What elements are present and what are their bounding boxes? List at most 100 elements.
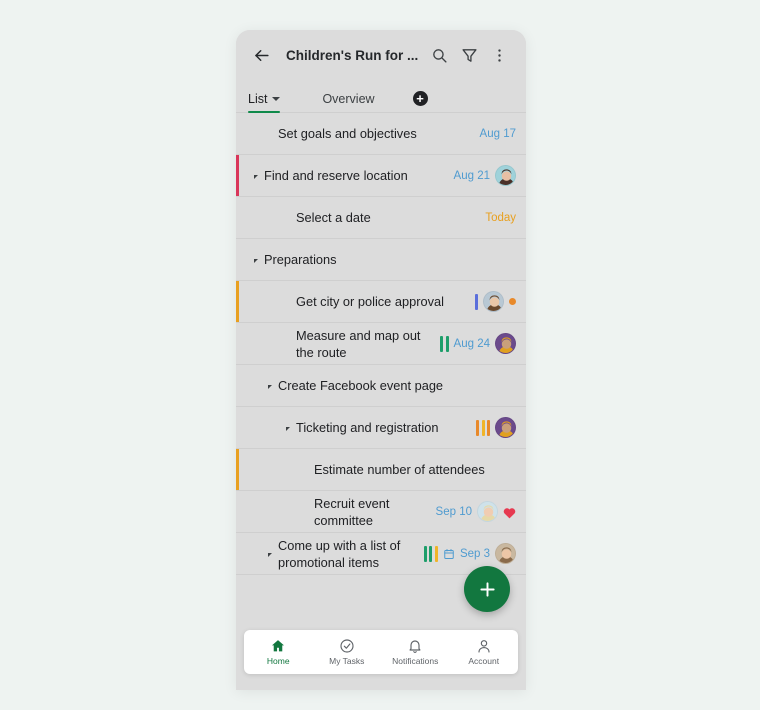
more-vertical-icon[interactable] <box>484 40 514 70</box>
avatar[interactable] <box>477 501 498 522</box>
task-row[interactable]: Preparations <box>236 239 526 281</box>
task-accent-bar <box>236 155 239 196</box>
tag-marker <box>487 419 490 436</box>
calendar-icon <box>443 548 455 560</box>
disclosure-triangle-icon[interactable] <box>268 385 272 389</box>
avatar[interactable] <box>495 165 516 186</box>
page-title: Children's Run for ... <box>286 47 419 63</box>
heart-icon[interactable] <box>503 506 516 518</box>
task-due-date[interactable]: Aug 21 <box>454 170 490 182</box>
task-label: Measure and map out the route <box>296 327 421 360</box>
tab-bar: List Overview + <box>236 80 526 113</box>
chevron-down-icon[interactable] <box>272 97 281 101</box>
task-label: Come up with a list of promotional items <box>278 537 401 570</box>
task-tag-markers[interactable] <box>423 545 438 562</box>
add-tab-button[interactable]: + <box>412 91 428 106</box>
task-row[interactable]: Get city or police approval <box>236 281 526 323</box>
disclosure-triangle-icon[interactable] <box>254 259 258 263</box>
nav-item-notifications[interactable]: Notifications <box>381 638 450 666</box>
task-due-date[interactable]: Sep 10 <box>436 506 472 518</box>
avatar[interactable] <box>483 291 504 312</box>
task-label: Preparations <box>264 252 337 267</box>
nav-item-account-label: Account <box>468 656 500 666</box>
task-label: Get city or police approval <box>296 294 444 309</box>
task-meta <box>475 291 516 312</box>
nav-item-account[interactable]: Account <box>450 638 519 666</box>
app-bar: Children's Run for ... <box>236 30 526 80</box>
nav-item-my-tasks-label: My Tasks <box>329 656 365 666</box>
task-row[interactable]: Select a date Today <box>236 197 526 239</box>
task-label: Find and reserve location <box>264 168 408 183</box>
tag-marker <box>445 335 449 352</box>
tag-marker <box>434 545 438 562</box>
tab-overview-label: Overview <box>322 92 375 106</box>
status-dot <box>509 298 516 305</box>
task-due-date[interactable]: Sep 3 <box>460 548 490 560</box>
task-tag-markers[interactable] <box>476 419 490 436</box>
task-tag-markers[interactable] <box>475 293 478 310</box>
disclosure-triangle-icon[interactable] <box>286 427 290 431</box>
tag-marker <box>481 419 485 436</box>
tab-overview[interactable]: Overview <box>322 92 374 112</box>
tag-marker <box>440 335 444 352</box>
task-label: Set goals and objectives <box>278 126 417 141</box>
task-label: Create Facebook event page <box>278 378 444 393</box>
tag-marker <box>476 419 479 436</box>
task-tag-markers[interactable] <box>440 335 449 352</box>
nav-item-home-label: Home <box>266 656 290 666</box>
task-label: Estimate number of attendees <box>314 462 485 477</box>
task-row[interactable]: Set goals and objectives Aug 17 <box>236 113 526 155</box>
tab-list[interactable]: List <box>248 92 281 113</box>
person-icon <box>478 640 490 653</box>
filter-funnel-icon[interactable] <box>454 40 484 70</box>
task-row[interactable]: Measure and map out the route Aug 24 <box>236 323 526 365</box>
task-row[interactable]: Estimate number of attendees <box>236 449 526 491</box>
search-icon[interactable] <box>424 40 454 70</box>
task-row[interactable]: Create Facebook event page <box>236 365 526 407</box>
task-meta: Sep 3 <box>423 543 516 564</box>
tag-marker <box>423 545 427 562</box>
task-accent-bar <box>236 281 239 322</box>
nav-item-notifications-label: Notifications <box>392 656 439 666</box>
avatar[interactable] <box>495 543 516 564</box>
tag-marker <box>475 293 478 310</box>
nav-item-home[interactable]: Home <box>244 638 313 666</box>
task-accent-bar <box>236 449 239 490</box>
task-meta: Aug 21 <box>454 165 516 186</box>
task-due-date[interactable]: Aug 17 <box>480 128 516 140</box>
task-label: Recruit event committee <box>314 495 390 528</box>
task-label: Select a date <box>296 210 371 225</box>
disclosure-triangle-icon[interactable] <box>254 175 258 179</box>
task-meta: Sep 10 <box>436 501 516 522</box>
task-label: Ticketing and registration <box>296 420 439 435</box>
disclosure-triangle-icon[interactable] <box>268 553 272 557</box>
screen-root: Children's Run for ... List Overview + S… <box>0 0 760 710</box>
task-row[interactable]: Find and reserve location Aug 21 <box>236 155 526 197</box>
avatar[interactable] <box>495 417 516 438</box>
task-due-date[interactable]: Aug 24 <box>454 338 490 350</box>
bell-icon <box>409 640 421 653</box>
add-task-fab[interactable] <box>464 566 510 612</box>
phone-card: Children's Run for ... List Overview + S… <box>236 30 526 690</box>
task-meta: Today <box>485 212 516 224</box>
task-meta <box>476 417 516 438</box>
tab-list-label: List <box>248 92 268 106</box>
arrow-left-icon[interactable] <box>248 42 274 68</box>
tag-marker <box>429 545 433 562</box>
home-icon <box>272 640 285 652</box>
check-circle-icon <box>340 639 354 653</box>
bottom-navigation: Home My Tasks Notifications Account <box>244 630 518 674</box>
task-due-date[interactable]: Today <box>485 212 516 224</box>
task-row[interactable]: Recruit event committee Sep 10 <box>236 491 526 533</box>
task-meta: Aug 24 <box>440 333 516 354</box>
nav-item-my-tasks[interactable]: My Tasks <box>313 638 382 666</box>
task-row[interactable]: Ticketing and registration <box>236 407 526 449</box>
task-meta: Aug 17 <box>480 128 516 140</box>
avatar[interactable] <box>495 333 516 354</box>
